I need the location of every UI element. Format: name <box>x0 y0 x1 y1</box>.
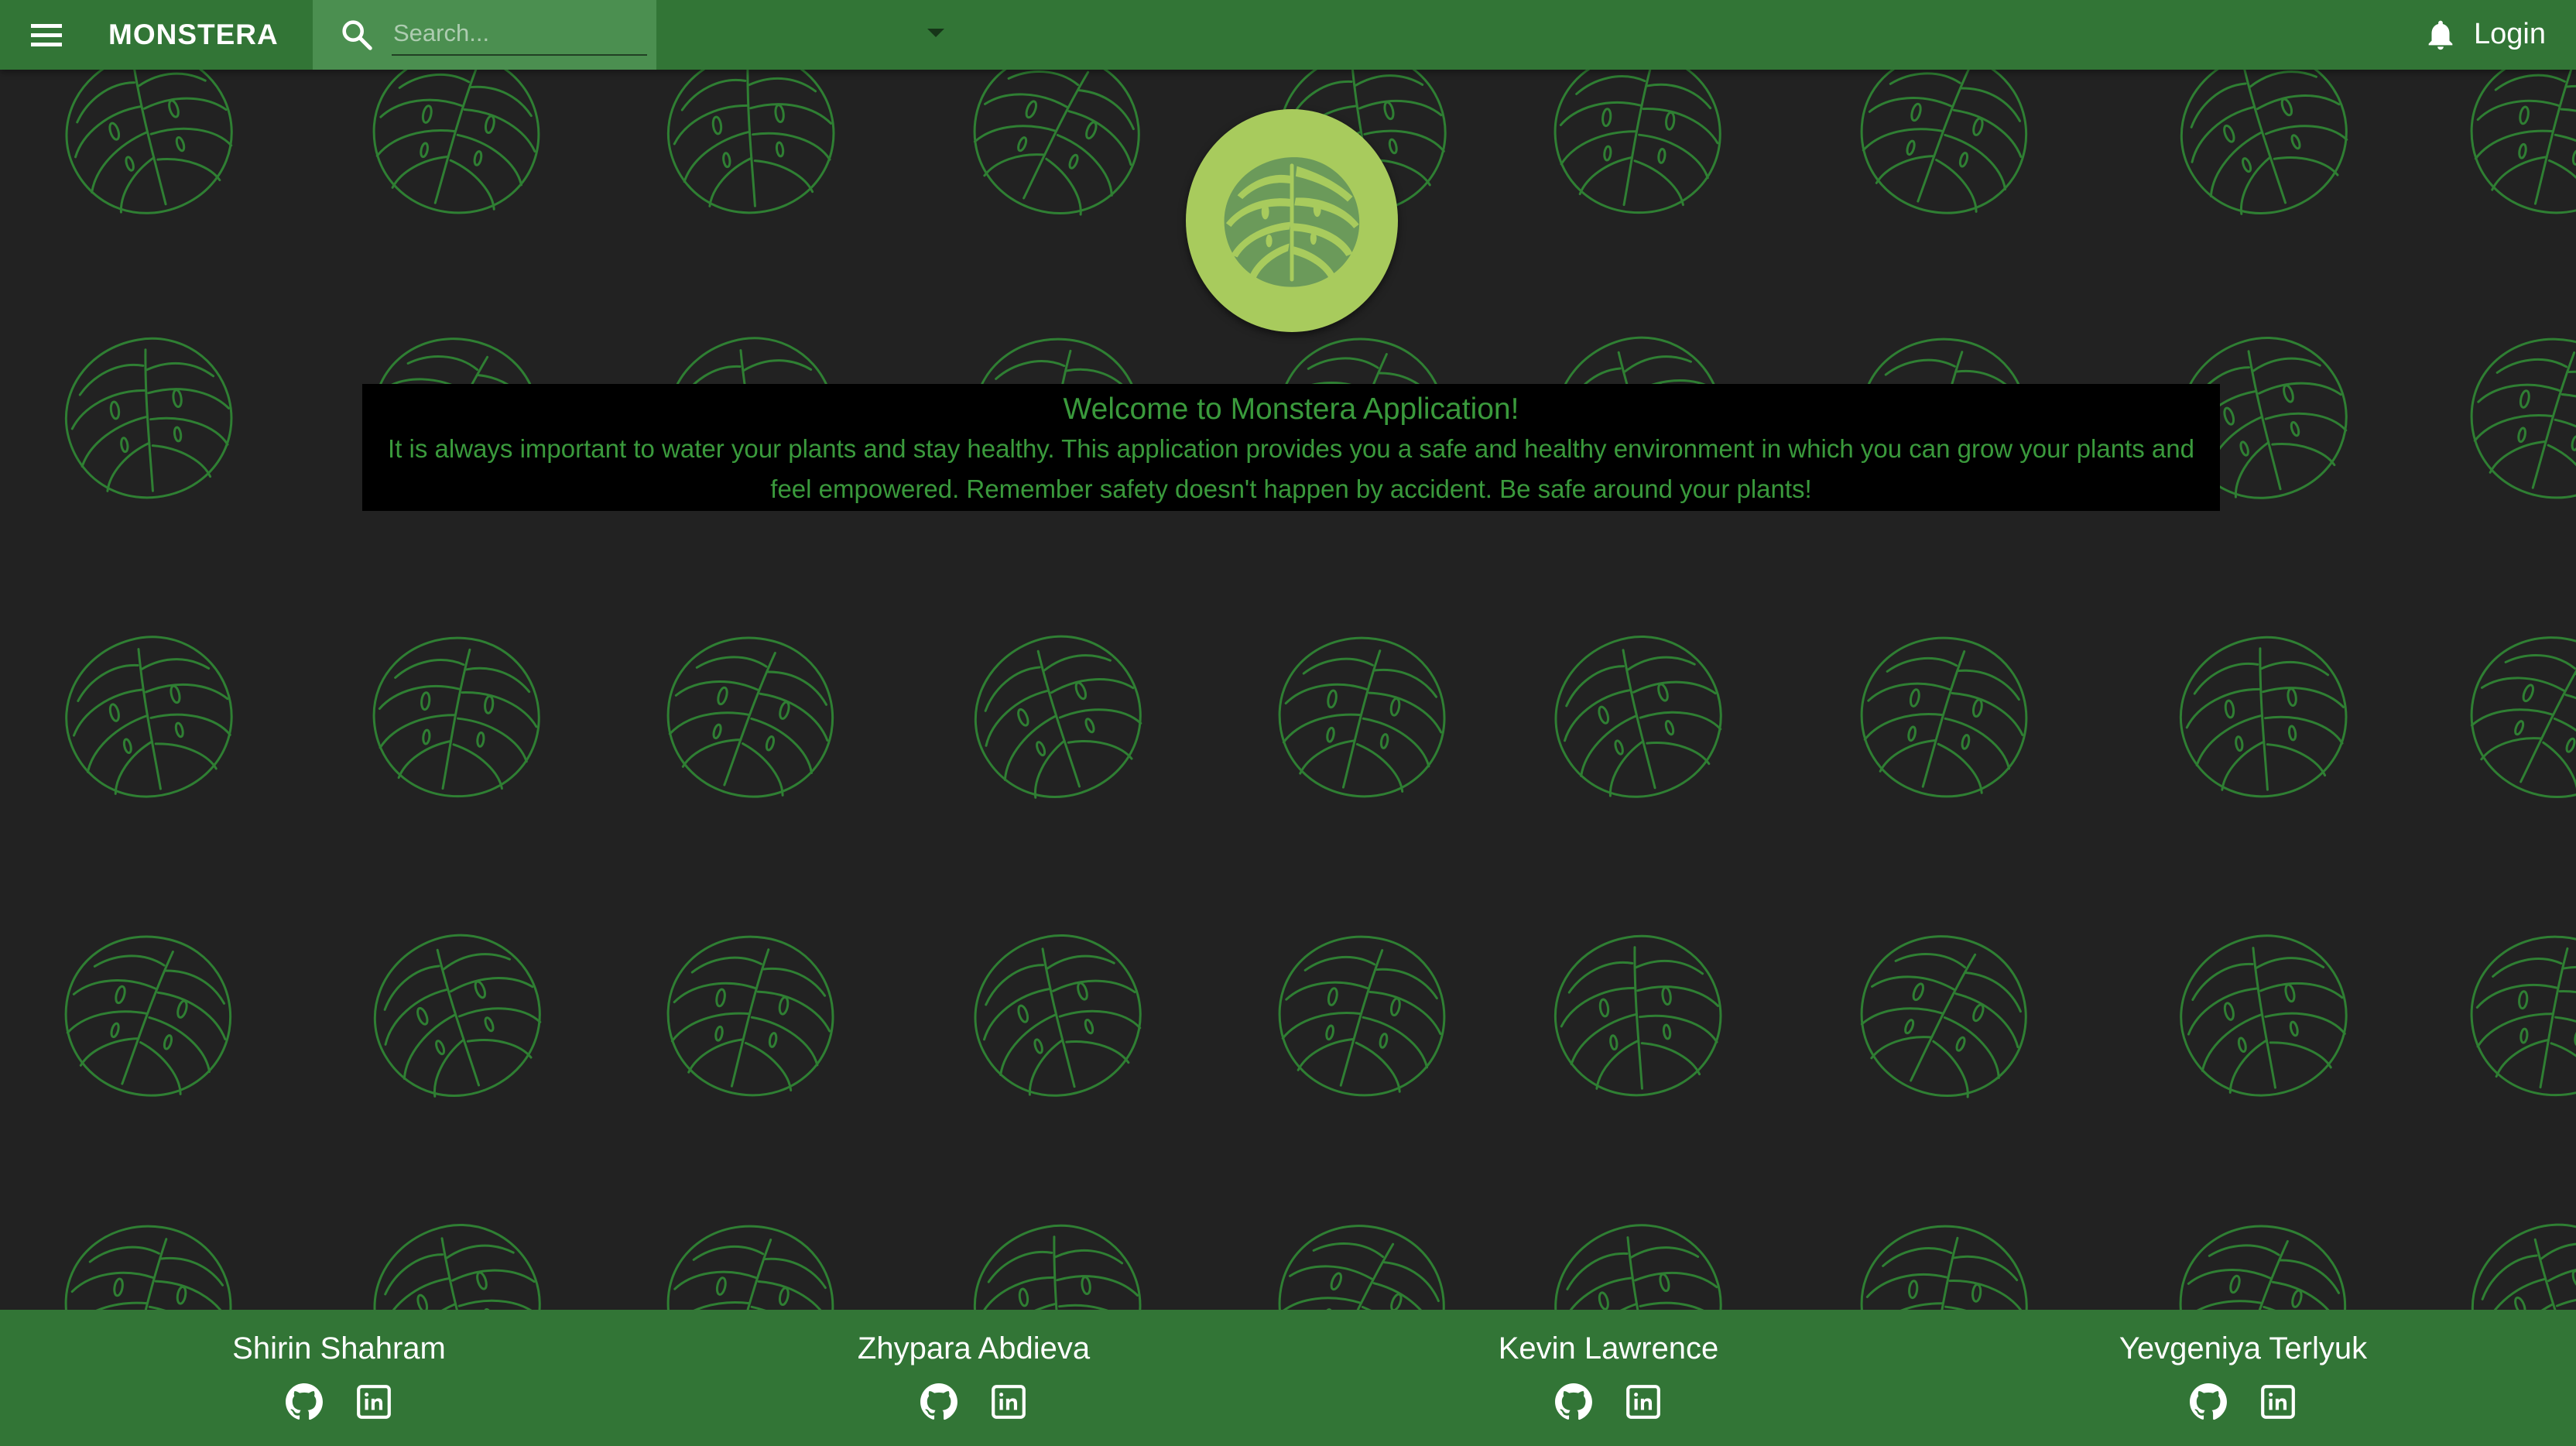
leaf-pattern-icon <box>1852 1216 2036 1310</box>
linkedin-link[interactable] <box>989 1383 1028 1421</box>
github-link[interactable] <box>2189 1383 2228 1421</box>
leaf-pattern-icon <box>2156 70 2372 239</box>
welcome-text: It is always important to water your pla… <box>388 434 2194 503</box>
team-member-name: Yevgeniya Terlyuk <box>2119 1331 2368 1365</box>
leaf-pattern-icon <box>1546 70 1729 222</box>
linkedin-icon <box>357 1385 391 1419</box>
menu-button[interactable] <box>28 18 65 52</box>
leaf-pattern-icon <box>1254 1199 1469 1310</box>
monstera-leaf-icon <box>1224 157 1360 287</box>
team-member: Yevgeniya Terlyuk <box>2011 1327 2475 1421</box>
welcome-panel: Welcome to Monstera Application! It is a… <box>362 384 2220 511</box>
leaf-pattern-icon <box>52 1211 245 1310</box>
leaf-pattern-icon <box>2446 611 2576 823</box>
leaf-pattern-icon <box>950 611 1166 823</box>
leaf-pattern-icon <box>2160 1204 2365 1310</box>
leaf-pattern-icon <box>963 1214 1152 1310</box>
team-member-name: Shirin Shahram <box>232 1331 446 1365</box>
linkedin-link[interactable] <box>1624 1383 1663 1421</box>
page: MONSTERA Login <box>0 0 2576 1446</box>
leaf-pattern-icon <box>654 922 847 1110</box>
github-link[interactable] <box>920 1383 958 1421</box>
team-member: Zhypara Abdieva <box>742 1327 1206 1421</box>
search-input[interactable] <box>392 14 627 53</box>
team-member-links <box>2011 1383 2475 1421</box>
github-icon <box>920 1383 957 1420</box>
search-icon <box>342 20 372 50</box>
leaf-pattern-icon <box>1841 70 2047 234</box>
leaf-pattern-icon <box>44 70 254 236</box>
bell-icon[interactable] <box>2423 17 2458 53</box>
leaf-pattern-icon <box>1266 623 1458 811</box>
team-member-name: Kevin Lawrence <box>1498 1331 1719 1365</box>
leaf-pattern-icon <box>1263 920 1461 1112</box>
github-icon <box>286 1383 323 1420</box>
leaf-pattern-icon <box>54 327 243 509</box>
team-member-name: Zhypara Abdieva <box>857 1331 1091 1365</box>
search-underline <box>392 54 647 56</box>
team-member-links <box>1376 1383 1841 1421</box>
github-icon <box>2190 1383 2227 1420</box>
leaf-pattern-icon <box>1836 910 2051 1122</box>
leaf-pattern-icon <box>1543 924 1732 1107</box>
leaf-pattern-icon <box>1533 615 1743 820</box>
team-member: Kevin Lawrence <box>1376 1327 1841 1421</box>
team-member-links <box>107 1383 571 1421</box>
app-bar: MONSTERA Login <box>0 0 2576 70</box>
leaf-pattern-icon <box>1845 621 2043 813</box>
leaf-pattern-icon <box>352 1203 562 1310</box>
leaf-pattern-icon <box>2447 1199 2576 1310</box>
leaf-pattern-icon <box>358 70 555 229</box>
leaf-pattern-icon <box>656 70 845 224</box>
linkedin-icon <box>1626 1385 1660 1419</box>
welcome-title: Welcome to Monstera Application! <box>1063 392 1519 426</box>
leaf-pattern-icon <box>349 910 565 1122</box>
footer: Shirin Shahram Zhypara Abdieva Kevin Law… <box>0 1310 2576 1446</box>
leaf-pattern-icon <box>2455 322 2576 514</box>
menu-icon-bar <box>31 42 62 46</box>
login-button[interactable]: Login <box>2474 14 2546 54</box>
github-link[interactable] <box>285 1383 324 1421</box>
app-title[interactable]: MONSTERA <box>108 15 279 54</box>
leaf-pattern-icon <box>953 913 1163 1119</box>
linkedin-link[interactable] <box>2259 1383 2297 1421</box>
team-member: Shirin Shahram <box>107 1327 571 1421</box>
menu-icon-bar <box>31 23 62 28</box>
monstera-logo[interactable] <box>1186 109 1398 332</box>
linkedin-icon <box>992 1385 1026 1419</box>
leaf-pattern-icon <box>652 1209 849 1310</box>
dropdown-arrow-icon[interactable] <box>927 29 944 37</box>
leaf-pattern-icon <box>365 628 548 806</box>
leaf-pattern-icon <box>2163 917 2365 1114</box>
leaf-pattern-icon <box>45 915 251 1116</box>
linkedin-icon <box>2261 1385 2295 1419</box>
team-member-links <box>742 1383 1206 1421</box>
github-link[interactable] <box>1554 1383 1593 1421</box>
leaf-pattern-icon <box>949 70 1164 239</box>
linkedin-link[interactable] <box>355 1383 393 1421</box>
menu-icon-bar <box>31 33 62 37</box>
leaf-pattern-icon <box>2169 625 2358 808</box>
github-icon <box>1555 1383 1592 1420</box>
leaf-pattern-icon <box>2458 70 2576 228</box>
leaf-pattern-icon <box>2462 927 2576 1105</box>
leaf-pattern-icon <box>647 616 853 817</box>
leaf-pattern-icon <box>1537 1207 1739 1310</box>
leaf-pattern-icon <box>48 618 250 815</box>
search-box <box>313 0 944 70</box>
